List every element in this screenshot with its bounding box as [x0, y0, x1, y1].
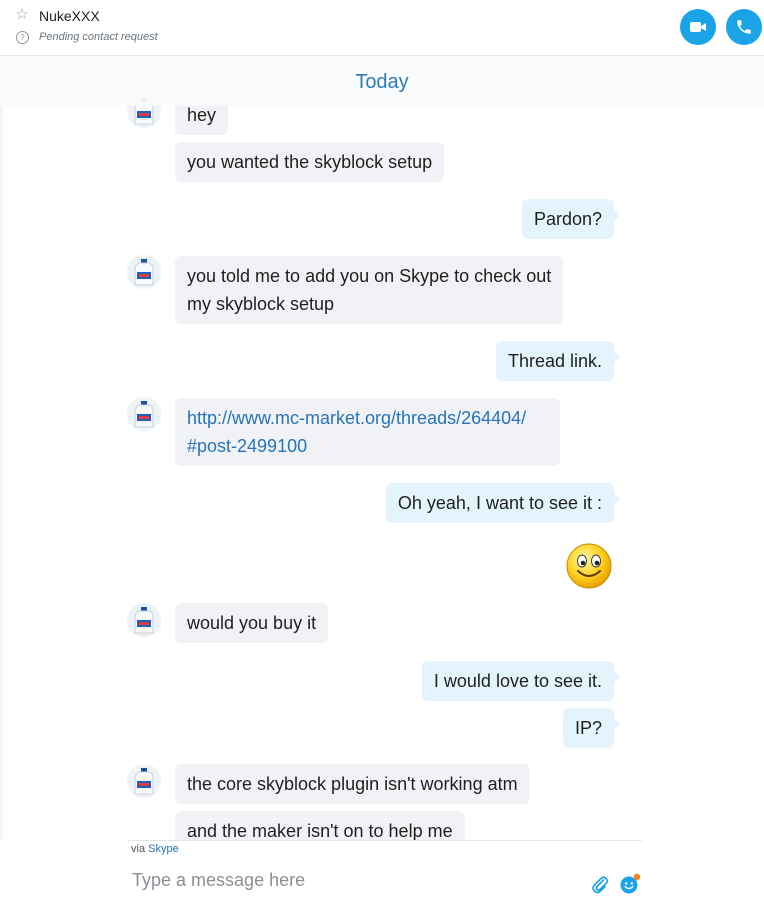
attach-paperclip-icon[interactable] — [590, 874, 610, 894]
message-text-line: my skyblock setup — [187, 294, 335, 314]
message-bubble-incoming[interactable]: would you buy it — [175, 603, 329, 643]
message-text: would you buy it — [187, 613, 317, 633]
smile-emoticon-icon[interactable] — [565, 542, 613, 590]
contact-avatar[interactable] — [127, 603, 161, 637]
video-camera-icon — [690, 22, 706, 32]
message-bubble-outgoing[interactable]: I would love to see it. — [421, 661, 621, 701]
video-call-button[interactable] — [680, 9, 716, 45]
message-bubble-incoming[interactable]: you told me to add you on Skype to check… — [175, 256, 564, 324]
message-input[interactable] — [130, 866, 574, 894]
message-text: Oh yeah, I want to see it : — [397, 493, 602, 513]
via-prefix: via — [131, 843, 146, 855]
message-text: Thread link. — [507, 351, 602, 371]
message-bubble-outgoing[interactable]: Oh yeah, I want to see it : — [385, 483, 621, 523]
contact-status: Pending contact request — [39, 31, 158, 43]
message-text: IP? — [574, 718, 602, 738]
message-text: you wanted the skyblock setup — [187, 152, 433, 172]
contact-avatar[interactable] — [127, 397, 161, 431]
via-skype-link[interactable]: Skype — [148, 843, 179, 855]
message-text-line: you told me to add you on Skype to check… — [187, 266, 552, 286]
bleach-bottle-avatar-icon — [134, 259, 154, 286]
message-link[interactable]: http://www.mc-market.org/threads/264404/ — [187, 404, 548, 432]
bleach-bottle-avatar-icon — [134, 607, 154, 634]
message-text: the core skyblock plugin isn't working a… — [187, 774, 518, 794]
message-bubble-outgoing[interactable]: IP? — [562, 708, 621, 748]
bleach-bottle-avatar-icon — [134, 401, 154, 428]
bleach-bottle-avatar-icon — [134, 768, 154, 795]
message-history[interactable]: Today hey you wanted the skyblock setup … — [0, 56, 764, 840]
message-text: I would love to see it. — [433, 671, 602, 691]
contact-avatar[interactable] — [127, 255, 161, 289]
favorite-star-icon[interactable]: ☆ — [14, 7, 30, 23]
conversation-header: ☆ NukeXXX ? Pending contact request — [0, 0, 764, 56]
message-bubble-outgoing[interactable]: Pardon? — [521, 199, 621, 239]
message-bubble-incoming[interactable]: you wanted the skyblock setup — [175, 142, 445, 182]
message-bubble-outgoing[interactable]: Thread link. — [495, 341, 621, 381]
audio-call-button[interactable] — [726, 9, 762, 45]
message-bubble-incoming[interactable]: http://www.mc-market.org/threads/264404/… — [175, 398, 560, 466]
message-bubble-incoming[interactable]: the core skyblock plugin isn't working a… — [175, 764, 530, 804]
message-text: and the maker isn't on to help me — [187, 821, 453, 840]
compose-area: via Skype — [0, 840, 764, 910]
phone-icon — [737, 20, 751, 34]
emoji-picker-icon[interactable] — [619, 873, 641, 895]
pending-question-icon: ? — [16, 31, 29, 44]
day-label: Today — [355, 71, 409, 93]
message-link[interactable]: #post-2499100 — [187, 432, 548, 460]
via-skype-label: via Skype — [131, 843, 179, 855]
message-text: hey — [187, 105, 217, 125]
message-text: Pardon? — [533, 209, 602, 229]
message-bubble-incoming[interactable]: and the maker isn't on to help me — [175, 811, 465, 840]
contact-avatar[interactable] — [127, 764, 161, 798]
day-separator: Today — [0, 56, 764, 106]
contact-name[interactable]: NukeXXX — [39, 8, 100, 24]
compose-divider — [127, 840, 642, 841]
